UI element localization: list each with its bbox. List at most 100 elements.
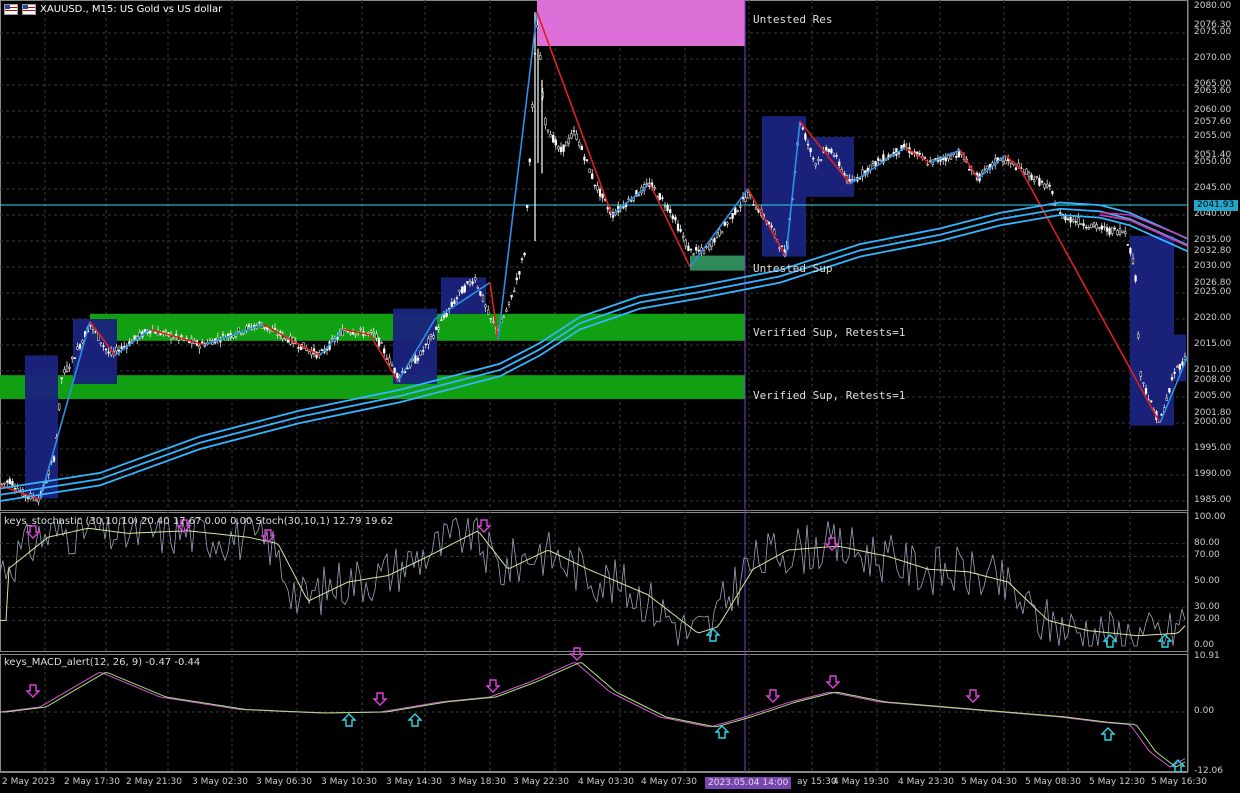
candle-body xyxy=(463,285,466,293)
candle-body xyxy=(60,377,63,380)
candle-body xyxy=(692,253,695,255)
candle-body xyxy=(726,222,729,225)
candle-body xyxy=(104,348,108,351)
candle-body xyxy=(1150,400,1153,403)
candle-body xyxy=(715,232,719,238)
price-axis-label: 1995.00 xyxy=(1194,443,1232,453)
stochastic-axis-label: 100.00 xyxy=(1194,512,1226,522)
time-axis-label: 2 May 21:30 xyxy=(126,777,182,787)
price-axis-label: 2008.00 xyxy=(1194,375,1232,386)
candle-body xyxy=(1069,217,1072,223)
stochastic-indicator-label: keys_stochastic (30,10,10) 20.40 17.67 0… xyxy=(4,516,394,527)
candle-body xyxy=(427,338,430,345)
candle-body xyxy=(1053,204,1057,207)
consolidation-box xyxy=(762,116,806,257)
candle-body xyxy=(99,342,102,344)
time-axis-label: 4 May 07:30 xyxy=(641,777,697,787)
candle-body xyxy=(455,297,459,300)
candle-body xyxy=(1108,228,1111,235)
candle-body xyxy=(390,364,394,367)
candle-body xyxy=(897,152,901,155)
candle-body xyxy=(437,327,440,330)
candle-body xyxy=(476,287,479,289)
candle-body xyxy=(1137,333,1140,338)
candle-body xyxy=(596,185,599,191)
candle-body xyxy=(601,193,604,199)
candle-body xyxy=(1066,218,1070,220)
macd-axis-label: 0.00 xyxy=(1194,706,1215,716)
candle-body xyxy=(814,163,817,166)
candle-body xyxy=(812,157,815,160)
candle-body xyxy=(370,330,373,333)
candle-body xyxy=(518,271,521,275)
candle-body xyxy=(414,355,417,364)
candle-body xyxy=(1131,257,1135,264)
candle-body xyxy=(583,156,586,161)
candle-body xyxy=(13,487,17,490)
arrow-up-icon xyxy=(1100,727,1116,741)
candle-body xyxy=(804,133,807,140)
candle-body xyxy=(1173,371,1176,374)
candle-body xyxy=(1077,217,1080,225)
chart-canvas[interactable] xyxy=(0,0,1240,793)
stochastic-axis-label: 70.00 xyxy=(1194,550,1220,561)
candle-body xyxy=(697,249,700,252)
arrow-down-icon xyxy=(25,684,41,698)
candle-body xyxy=(1098,227,1101,229)
consolidation-box xyxy=(806,137,854,197)
candle-body xyxy=(487,309,490,315)
candle-body xyxy=(198,345,201,349)
candle-body xyxy=(208,339,212,342)
candle-body xyxy=(1030,174,1033,180)
candle-body xyxy=(1004,160,1007,165)
candle-body xyxy=(539,55,542,60)
candle-body xyxy=(359,328,362,330)
candle-body xyxy=(1178,364,1181,370)
candle-body xyxy=(1103,226,1106,228)
candle-body xyxy=(422,350,425,352)
candle-body xyxy=(923,157,927,159)
candle-body xyxy=(164,330,167,332)
candle-body xyxy=(536,24,539,28)
chart-title: XAUUSD., M15: US Gold vs US dollar xyxy=(4,4,222,15)
macd-signal-line xyxy=(0,662,1186,768)
candle-body xyxy=(65,365,69,372)
candle-body xyxy=(276,334,279,336)
candle-body xyxy=(809,148,812,153)
consolidation-box xyxy=(393,308,437,384)
candle-body xyxy=(747,191,750,199)
candle-body xyxy=(154,331,157,334)
candle-body xyxy=(0,483,4,486)
candle-body xyxy=(471,281,474,284)
candle-body xyxy=(26,497,30,499)
time-axis-label: ay 15:30 xyxy=(797,777,837,787)
zigzag-up-segment xyxy=(611,183,651,216)
candle-body xyxy=(549,134,552,138)
candle-body xyxy=(450,302,453,307)
time-axis-label: 5 May 08:30 xyxy=(1025,777,1081,787)
crosshair-time-badge: 2023.05.04 14:00 xyxy=(705,777,792,789)
stochastic-axis-label: 50.00 xyxy=(1194,576,1220,586)
candle-body xyxy=(1139,371,1142,377)
candle-body xyxy=(1051,191,1054,194)
price-axis-label: 2010.00 xyxy=(1194,365,1232,375)
candle-body xyxy=(565,141,568,147)
candle-body xyxy=(1144,388,1148,394)
candle-body xyxy=(1181,361,1184,366)
stochastic-axis-label: 20.00 xyxy=(1194,614,1220,625)
candle-body xyxy=(73,357,76,360)
price-axis-label: 2035.00 xyxy=(1194,235,1232,245)
zone-label-untested-res: Untested Res xyxy=(753,13,833,26)
time-axis-label: 3 May 06:30 xyxy=(256,777,312,787)
candle-body xyxy=(1126,244,1129,246)
candle-body xyxy=(661,197,664,199)
moving-average-line xyxy=(0,207,1189,496)
candle-body xyxy=(461,286,464,294)
candle-body xyxy=(172,337,175,340)
candle-body xyxy=(778,247,781,249)
candle-body xyxy=(1085,226,1088,229)
candle-body xyxy=(429,334,433,338)
candle-body xyxy=(734,207,737,215)
time-axis-label: 3 May 22:30 xyxy=(513,777,569,787)
candle-body xyxy=(934,158,937,160)
